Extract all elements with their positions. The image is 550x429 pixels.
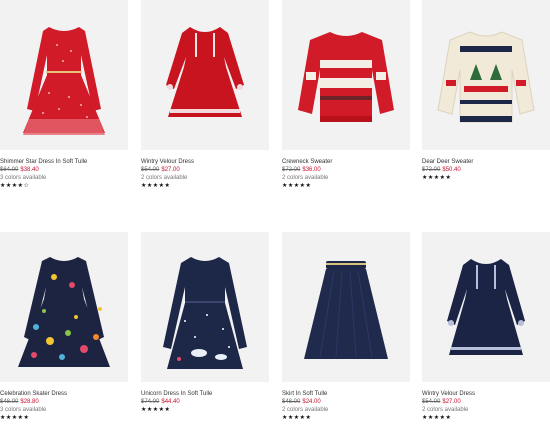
product-image[interactable] [422,232,550,382]
product-price: $54.00 $27.00 [422,398,550,406]
star-rating: ★★★★★ [0,415,30,421]
product-card[interactable]: Celebration Skater Dress $48.00 $28.80 3 … [0,232,128,422]
product-name[interactable]: Shimmer Star Dress In Soft Tulle [0,158,128,166]
star-rating: ★★★★★ [422,415,452,421]
navy-tulle-skirt-icon [304,261,388,359]
sale-price: $44.40 [161,399,180,405]
product-price: $64.00 $38.40 [0,166,128,174]
navy-velour-dress-icon [447,259,525,355]
sale-price: $36.00 [302,167,321,173]
product-name[interactable]: Wintry Velour Dress [141,158,269,166]
product-image[interactable] [282,232,410,382]
colors-available[interactable]: 2 colors available [282,406,410,414]
product-name[interactable]: Wintry Velour Dress [422,390,550,398]
sale-price: $50.40 [442,167,461,173]
floral-skater-dress-icon [18,257,110,367]
product-card[interactable]: Crewneck Sweater $72.00 $36.00 2 colors a… [282,0,410,190]
product-image[interactable] [0,0,128,150]
original-price: $72.00 [282,167,301,173]
sale-price: $24.00 [302,399,321,405]
red-tulle-dress-icon [23,27,105,135]
original-price: $48.00 [0,399,19,405]
product-name[interactable]: Crewneck Sweater [282,158,410,166]
product-card[interactable]: Skirt In Soft Tulle $48.00 $24.00 2 color… [282,232,410,422]
product-image[interactable] [141,0,269,150]
sale-price: $28.80 [20,399,39,405]
original-price: $72.00 [422,167,441,173]
star-rating: ★★★★★ [282,415,312,421]
product-image[interactable] [422,0,550,150]
product-card[interactable]: Shimmer Star Dress In Soft Tulle $64.00 $… [0,0,128,190]
product-price: $48.00 $28.80 [0,398,128,406]
colors-available[interactable]: 2 colors available [141,174,269,182]
product-card[interactable]: Dear Deer Sweater $72.00 $50.40 ★★★★★ [422,0,550,182]
product-image[interactable] [0,232,128,382]
product-price: $72.00 $50.40 [422,166,550,174]
star-rating: ★★★★★ [282,183,312,189]
original-price: $64.00 [0,167,19,173]
original-price: $74.00 [141,399,160,405]
product-card[interactable]: Wintry Velour Dress $54.00 $27.00 2 color… [141,0,269,190]
red-velour-dress-icon [166,27,244,117]
product-name[interactable]: Dear Deer Sweater [422,158,550,166]
colors-available[interactable]: 3 colors available [0,174,128,182]
product-image[interactable] [282,0,410,150]
product-price: $48.00 $24.00 [282,398,410,406]
product-name[interactable]: Unicorn Dress In Soft Tulle [141,390,269,398]
star-rating: ★★★★★ [141,407,171,413]
navy-unicorn-dress-icon [163,257,247,369]
product-grid: Shimmer Star Dress In Soft Tulle $64.00 $… [0,0,550,429]
sale-price: $38.40 [20,167,39,173]
product-name[interactable]: Skirt In Soft Tulle [282,390,410,398]
product-name[interactable]: Celebration Skater Dress [0,390,128,398]
colors-available[interactable]: 2 colors available [282,174,410,182]
product-card[interactable]: Unicorn Dress In Soft Tulle $74.00 $44.40… [141,232,269,414]
product-image[interactable] [141,232,269,382]
colors-available[interactable]: 3 colors available [0,406,128,414]
red-fair-isle-sweater-icon [298,32,394,122]
product-price: $72.00 $36.00 [282,166,410,174]
product-price: $54.00 $27.00 [141,166,269,174]
star-rating: ★★★★★ [422,175,452,181]
colors-available[interactable]: 2 colors available [422,406,550,414]
original-price: $48.00 [282,399,301,405]
cream-deer-sweater-icon [437,31,535,123]
star-rating: ★★★★★ [141,183,171,189]
star-rating: ★★★★☆ [0,183,30,189]
original-price: $54.00 [422,399,441,405]
sale-price: $27.00 [442,399,461,405]
product-card[interactable]: Wintry Velour Dress $54.00 $27.00 2 color… [422,232,550,422]
product-price: $74.00 $44.40 [141,398,269,406]
sale-price: $27.00 [161,167,180,173]
original-price: $54.00 [141,167,160,173]
